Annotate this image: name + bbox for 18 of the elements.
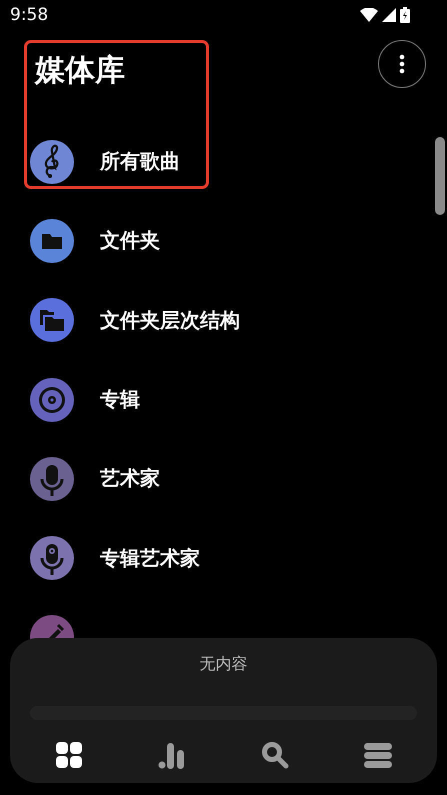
library-item-label[interactable]: 专辑 [100,386,140,414]
search-icon[interactable] [260,740,290,770]
page-title: 媒体库 [35,52,126,90]
player-status: 无内容 [198,654,248,675]
signal-icon [382,8,396,22]
menu-icon[interactable] [362,740,393,770]
status-time: 9:58 [10,5,50,25]
library-item-label[interactable]: 所有歌曲 [100,148,180,176]
scrollbar[interactable] [435,137,445,215]
grid-icon[interactable] [54,740,84,770]
more-options-button[interactable] [378,40,426,88]
battery-charging-icon [400,7,410,23]
wifi-icon [360,8,378,22]
more-vert-icon [399,54,405,74]
library-item-label[interactable]: 文件夹 [100,227,160,254]
library-item-label[interactable]: 专辑艺术家 [100,544,200,572]
library-item-label[interactable]: 文件夹层次结构 [100,306,240,334]
library-item-label[interactable]: 艺术家 [100,465,160,492]
